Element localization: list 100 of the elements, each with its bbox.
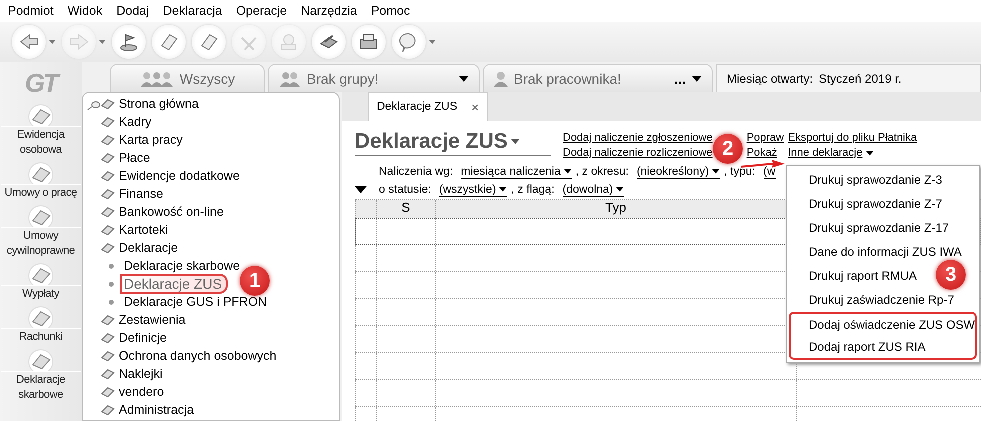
menu-item[interactable]: Drukuj sprawozdanie Z-3 <box>809 173 942 187</box>
link[interactable]: Eksportuj do pliku Płatnika <box>788 131 918 146</box>
folder-icon <box>101 331 115 345</box>
filter-label: o statusie: <box>379 184 432 196</box>
menu-item[interactable]: Widok <box>62 4 111 18</box>
toolbar-button[interactable] <box>152 25 186 59</box>
link[interactable]: Pokaż <box>746 146 784 161</box>
tree-item[interactable]: Definicje <box>101 329 277 347</box>
tree-item[interactable]: vendero <box>101 383 277 401</box>
folder-icon <box>101 241 115 255</box>
column-chooser-icon[interactable] <box>355 186 367 194</box>
menu-item[interactable]: Dodaj raport ZUS RIA <box>789 336 977 360</box>
filter-dropdown[interactable]: (wszystkie) <box>439 184 508 196</box>
filter-dropdown[interactable]: (nieokreślony) <box>636 166 720 178</box>
tree-item[interactable]: Naklejki <box>101 365 277 383</box>
folder-icon <box>101 133 115 147</box>
menu-item[interactable]: Dane do informacji ZUS IWA <box>809 245 962 259</box>
menu-item[interactable]: Dodaj <box>110 4 158 18</box>
folder-icon <box>101 187 115 201</box>
menu-item[interactable]: Drukuj raport RMUA <box>809 269 918 283</box>
filter-dropdown[interactable]: miesiąca naliczenia <box>461 166 572 178</box>
logo: GT <box>24 67 58 100</box>
folder-icon <box>101 169 115 183</box>
people-icon <box>140 70 174 86</box>
nav-button[interactable]: Deklaracje skarbowe <box>1 349 81 403</box>
tree-item[interactable]: Kadry <box>101 113 277 131</box>
folder-icon <box>101 115 115 129</box>
menu-item[interactable]: Dodaj oświadczenie ZUS OSW <box>789 312 977 336</box>
folder-icon <box>101 223 115 237</box>
group-tab[interactable]: Wszyscy <box>110 64 265 92</box>
tree-item[interactable]: Finanse <box>101 185 277 203</box>
toolbar-button[interactable] <box>312 25 346 59</box>
nav-button[interactable]: Umowy cywilnoprawne <box>1 205 81 259</box>
tree-item[interactable]: Płace <box>101 149 277 167</box>
menu-item[interactable]: Deklaracja <box>157 4 230 18</box>
toolbar-button[interactable] <box>12 25 46 59</box>
tree-item[interactable]: Zestawienia <box>101 311 277 329</box>
nav-button[interactable]: Rachunki <box>1 306 81 345</box>
tree-item[interactable]: Bankowość on-line <box>101 203 277 221</box>
menu-item[interactable]: Narzędzia <box>295 4 366 18</box>
more-button[interactable]: ... <box>674 70 686 86</box>
filter-label: Naliczenia wg: <box>379 166 454 178</box>
caret-icon[interactable] <box>564 169 572 174</box>
tree-item[interactable]: Karta pracy <box>101 131 277 149</box>
toolbar-button[interactable] <box>392 25 426 59</box>
caret-icon <box>510 139 520 145</box>
filter-label: , z flagą: <box>511 184 555 196</box>
toolbar-button[interactable] <box>112 25 146 59</box>
toolbar-button[interactable] <box>192 25 226 59</box>
link[interactable]: Dodaj naliczenie zgłoszeniowe <box>563 131 713 146</box>
toolbar-button[interactable] <box>352 25 386 59</box>
tree-item[interactable]: Strona główna <box>101 95 277 113</box>
tree-item[interactable]: Administracja <box>101 401 277 419</box>
bullet-icon <box>109 282 114 286</box>
nav-button[interactable]: Umowy o pracę <box>1 162 81 201</box>
document-tab[interactable]: Deklaracje ZUS × <box>368 92 488 121</box>
bullet-icon <box>109 264 114 268</box>
menu-item[interactable]: Operacje <box>230 4 296 18</box>
filter-dropdown[interactable]: (dowolna) <box>562 184 624 196</box>
employee-dropdown[interactable]: Brak pracownika! ... <box>483 64 713 92</box>
open-month-label: Miesiąc otwarty: <box>727 72 814 86</box>
tree-item[interactable]: Deklaracje GUS i PFRON <box>122 295 272 309</box>
link[interactable]: Inne deklaracje <box>788 146 918 161</box>
menu-item[interactable]: Drukuj sprawozdanie Z-7 <box>809 197 942 211</box>
folder-icon <box>101 205 115 219</box>
link[interactable]: Dodaj naliczenie rozliczeniowe <box>563 146 713 161</box>
caret-icon[interactable] <box>712 169 720 174</box>
folder-icon <box>101 367 115 381</box>
close-icon[interactable]: × <box>472 100 480 114</box>
column-header[interactable]: S <box>376 200 435 218</box>
menu-item[interactable]: Pomoc <box>365 4 418 18</box>
folder-icon <box>101 97 115 111</box>
nav-button[interactable]: Ewidencja osobowa <box>1 104 81 158</box>
pin-icon[interactable] <box>87 101 101 111</box>
caret-icon[interactable] <box>459 76 469 82</box>
caret-icon[interactable] <box>499 187 508 192</box>
menu-item[interactable]: Podmiot <box>2 4 62 18</box>
tree-item[interactable]: Deklaracje ZUS <box>120 274 228 294</box>
tree-item[interactable]: Ewidencje dodatkowe <box>101 167 277 185</box>
folder-icon <box>101 403 115 417</box>
caret-icon[interactable] <box>616 187 624 192</box>
folder-icon <box>101 313 115 327</box>
page-title[interactable]: Deklaracje ZUS <box>355 129 551 156</box>
folder-icon <box>101 151 115 165</box>
bullet-icon <box>109 300 114 304</box>
menu-item[interactable]: Drukuj sprawozdanie Z-17 <box>809 221 950 235</box>
menu-item[interactable]: Drukuj zaświadczenie Rp-7 <box>809 293 954 307</box>
tree-item[interactable]: Deklaracje <box>101 239 277 257</box>
tree-item[interactable]: Ochrona danych osobowych <box>101 347 277 365</box>
folder-icon <box>101 385 115 399</box>
arrow-icon <box>741 160 785 168</box>
caret-icon[interactable] <box>692 76 702 82</box>
person-icon <box>494 70 508 86</box>
caret-icon[interactable] <box>866 151 874 156</box>
people-icon <box>279 70 301 86</box>
filter-label: , z okresu: <box>576 166 629 178</box>
nav-button[interactable]: Wypłaty <box>1 263 81 302</box>
link[interactable]: Popraw <box>746 131 784 146</box>
group-dropdown[interactable]: Brak grupy! <box>268 64 480 92</box>
tree-item[interactable]: Kartoteki <box>101 221 277 239</box>
